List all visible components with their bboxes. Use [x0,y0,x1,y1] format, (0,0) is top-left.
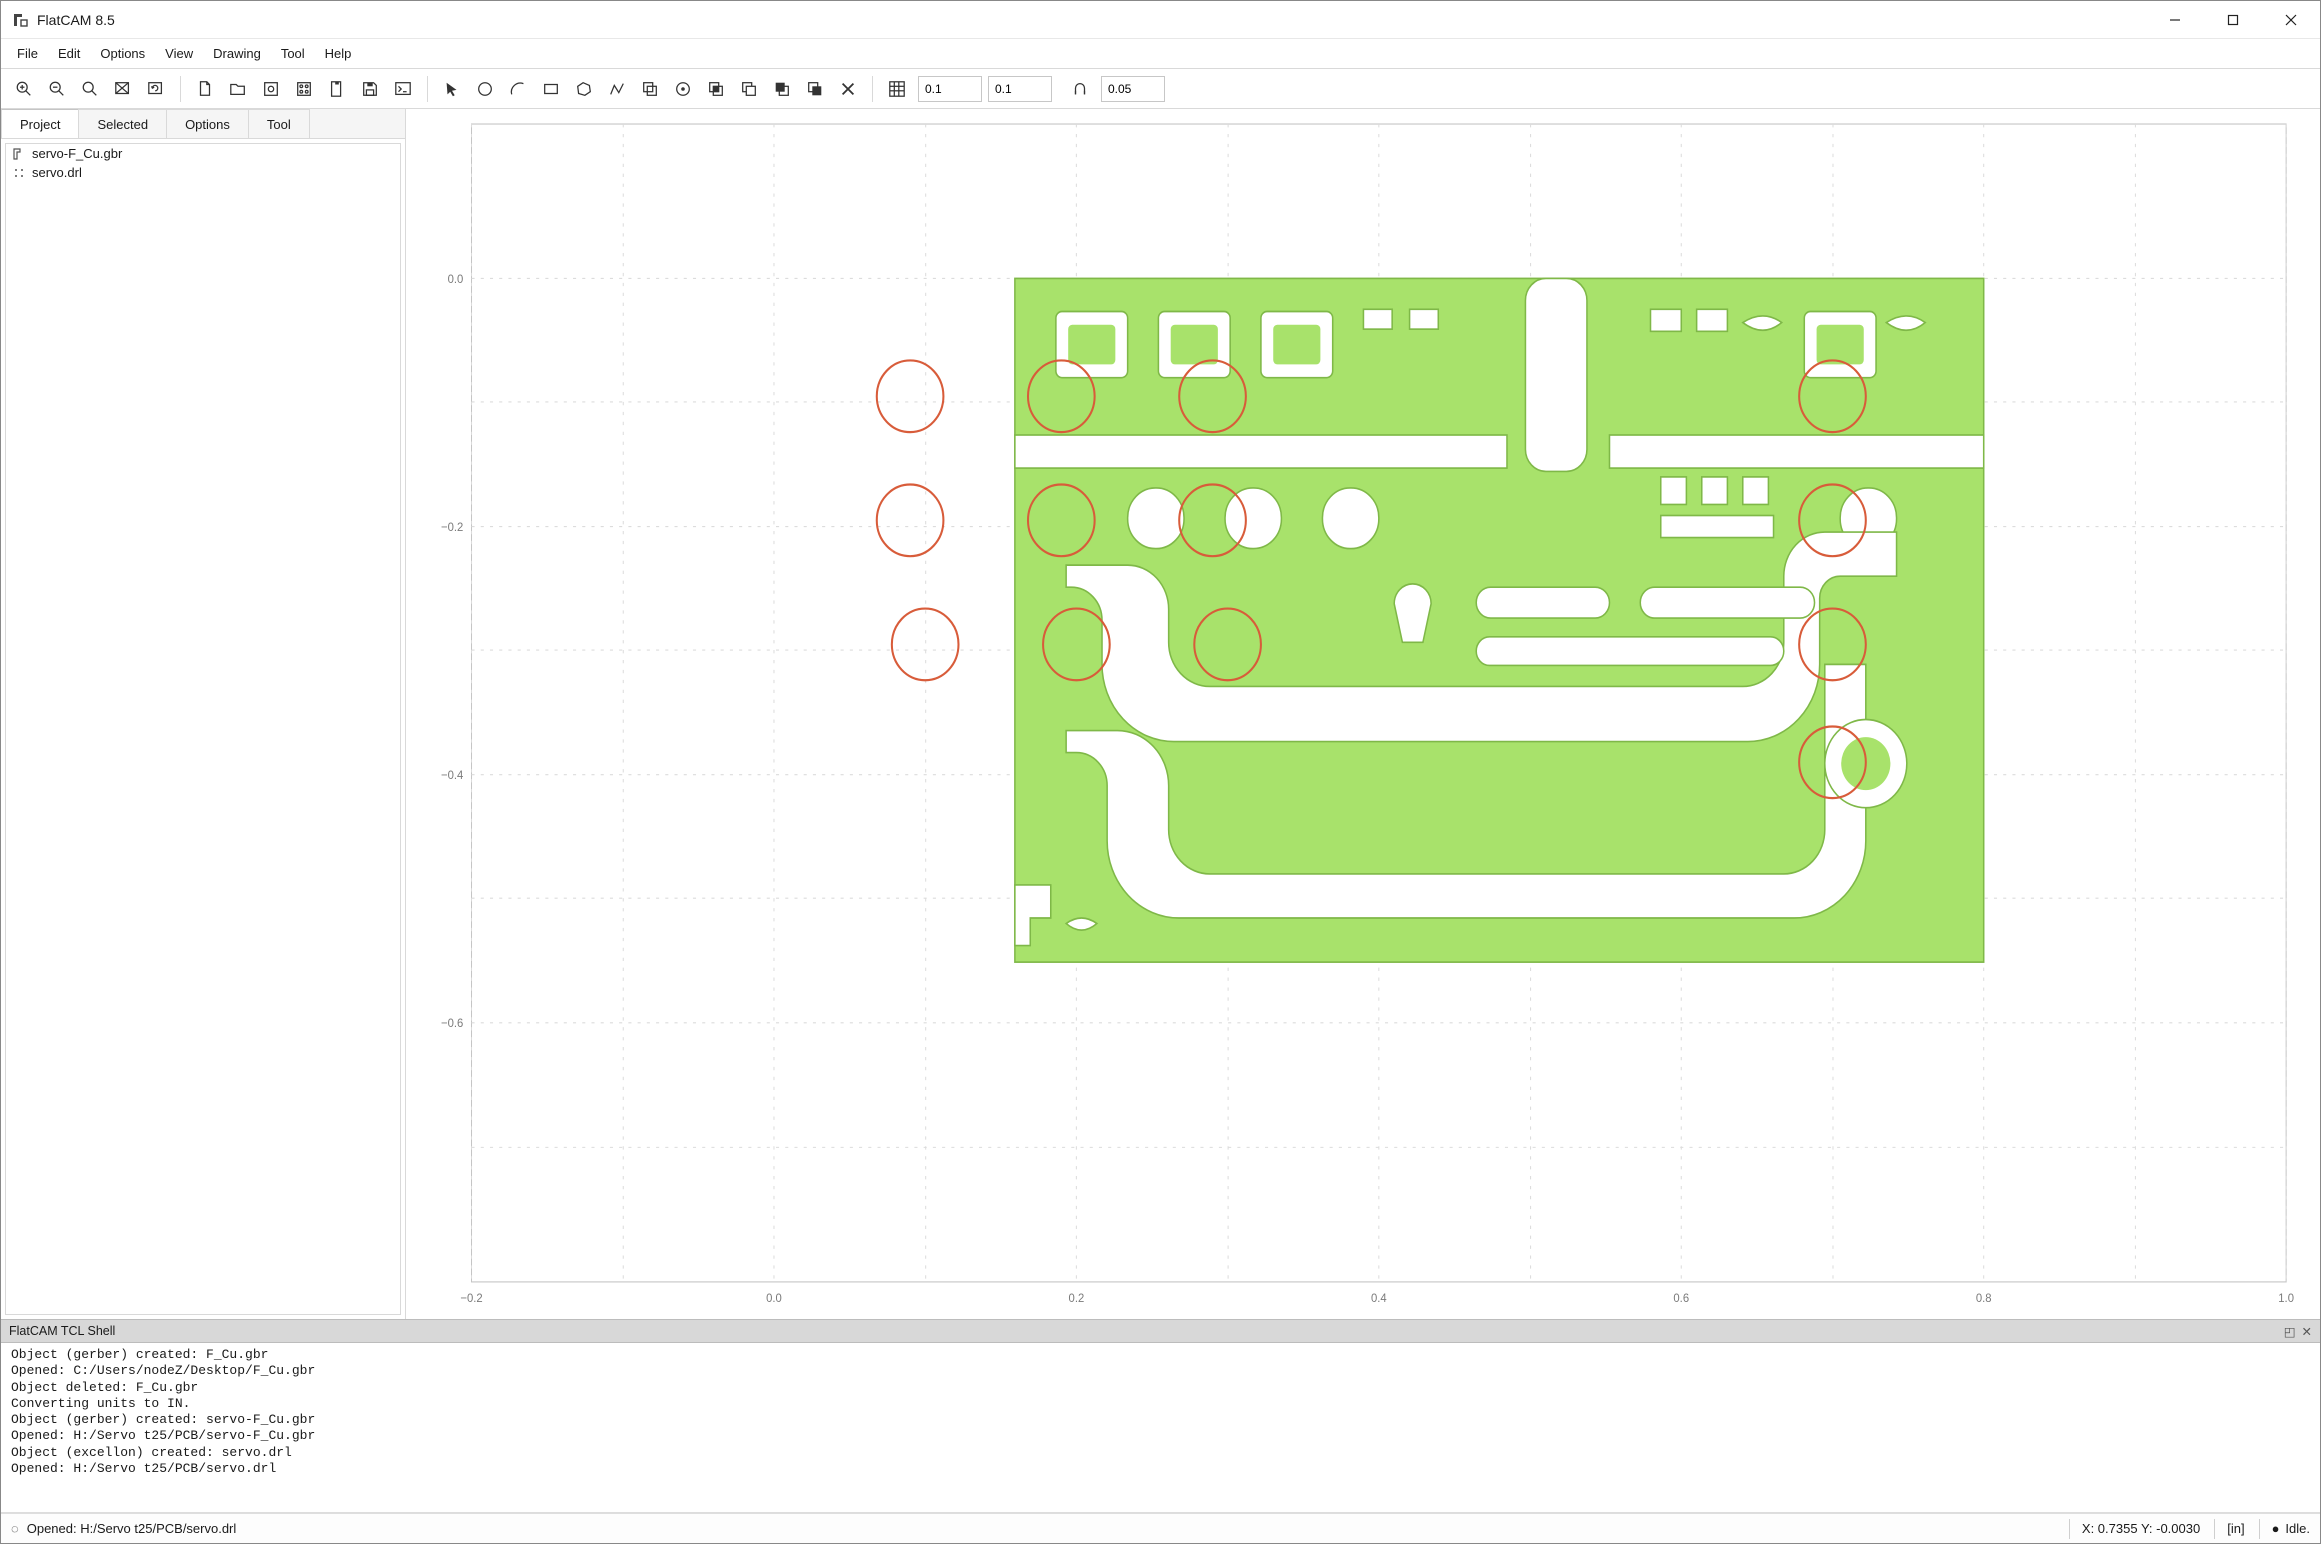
project-item-label: servo.drl [32,165,82,180]
grid-icon[interactable] [882,74,912,104]
x-tick-label: 0.8 [1975,1291,1991,1304]
snap-input[interactable] [1101,76,1165,102]
zoom-fit-icon[interactable] [75,74,105,104]
canvas-area[interactable]: −0.2 0.0 0.2 0.4 0.6 0.8 1.0 0.0 −0.2 −0… [406,109,2320,1319]
window-controls [2146,1,2320,38]
plot-canvas[interactable]: −0.2 0.0 0.2 0.4 0.6 0.8 1.0 0.0 −0.2 −0… [410,113,2296,1315]
y-tick-label: −0.2 [441,521,463,534]
menu-tool[interactable]: Tool [271,39,315,68]
side-panel: Project Selected Options Tool servo-F_Cu… [1,109,406,1319]
delete-icon[interactable] [833,74,863,104]
menu-edit[interactable]: Edit [48,39,90,68]
menu-view[interactable]: View [155,39,203,68]
save-project-icon[interactable] [355,74,385,104]
maximize-button[interactable] [2204,1,2262,38]
project-item-label: servo-F_Cu.gbr [32,146,122,161]
x-tick-label: 0.2 [1068,1291,1084,1304]
rectangle-icon[interactable] [536,74,566,104]
project-item-gerber[interactable]: servo-F_Cu.gbr [6,144,400,163]
polygon-icon[interactable] [569,74,599,104]
status-units: [in] [2214,1519,2244,1539]
app-logo-icon [11,11,29,29]
zoom-in-icon[interactable] [9,74,39,104]
toolbar-separator [872,76,873,102]
shell-undock-icon[interactable]: ◰ [2284,1324,2296,1339]
y-tick-label: 0.0 [447,272,463,285]
menu-file[interactable]: File [7,39,48,68]
minimize-button[interactable] [2146,1,2204,38]
status-coordinates: X: 0.7355 Y: -0.0030 [2069,1519,2200,1539]
shell-close-icon[interactable]: ✕ [2302,1324,2312,1339]
project-item-excellon[interactable]: servo.drl [6,163,400,182]
zoom-out-icon[interactable] [42,74,72,104]
shell-icon[interactable] [388,74,418,104]
cut-icon[interactable] [734,74,764,104]
open-excellon-icon[interactable] [289,74,319,104]
tab-project[interactable]: Project [1,109,79,138]
toolbar-separator [180,76,181,102]
toolbar [1,69,2320,109]
menu-help[interactable]: Help [315,39,362,68]
side-tabs: Project Selected Options Tool [1,109,405,139]
grid-y-input[interactable] [988,76,1052,102]
select-icon[interactable] [437,74,467,104]
title-bar: FlatCAM 8.5 [1,1,2320,39]
subtract-icon[interactable] [800,74,830,104]
x-tick-label: −0.2 [460,1291,482,1304]
excellon-icon [12,166,26,180]
status-message: Opened: H:/Servo t25/PCB/servo.drl [27,1521,237,1536]
tab-tool[interactable]: Tool [248,109,310,138]
close-button[interactable] [2262,1,2320,38]
circle-icon[interactable] [470,74,500,104]
status-state: Idle. [2285,1521,2310,1536]
path-icon[interactable] [602,74,632,104]
info-icon: ◌ [11,1521,19,1536]
clear-plot-icon[interactable] [108,74,138,104]
menu-drawing[interactable]: Drawing [203,39,271,68]
new-project-icon[interactable] [190,74,220,104]
union-icon[interactable] [701,74,731,104]
y-tick-label: −0.4 [441,769,464,782]
tab-selected[interactable]: Selected [78,109,167,138]
arc-icon[interactable] [503,74,533,104]
shell-header[interactable]: FlatCAM TCL Shell ◰ ✕ [1,1319,2320,1343]
menu-bar: File Edit Options View Drawing Tool Help [1,39,2320,69]
y-tick-label: −0.6 [441,1017,463,1030]
intersection-icon[interactable] [767,74,797,104]
open-project-icon[interactable] [223,74,253,104]
open-gcode-icon[interactable] [322,74,352,104]
shell-title: FlatCAM TCL Shell [9,1324,115,1338]
idle-icon: ● [2272,1521,2280,1536]
menu-options[interactable]: Options [90,39,155,68]
open-gerber-icon[interactable] [256,74,286,104]
project-tree[interactable]: servo-F_Cu.gbr servo.drl [5,143,401,1315]
refresh-plot-icon[interactable] [141,74,171,104]
x-tick-label: 1.0 [2278,1291,2294,1304]
grid-x-input[interactable] [918,76,982,102]
snap-icon[interactable] [1065,74,1095,104]
x-tick-label: 0.6 [1673,1291,1689,1304]
status-bar: ◌ Opened: H:/Servo t25/PCB/servo.drl X: … [1,1513,2320,1543]
main-area: Project Selected Options Tool servo-F_Cu… [1,109,2320,1319]
window-title: FlatCAM 8.5 [37,12,115,28]
copy-icon[interactable] [635,74,665,104]
x-tick-label: 0.0 [766,1291,782,1304]
toolbar-separator [427,76,428,102]
tab-options[interactable]: Options [166,109,249,138]
pcb-copper-layer [1014,278,1983,962]
x-tick-label: 0.4 [1371,1291,1387,1304]
shell-output[interactable]: Object (gerber) created: F_Cu.gbr Opened… [1,1343,2320,1513]
gerber-icon [12,147,26,161]
paste-icon[interactable] [668,74,698,104]
